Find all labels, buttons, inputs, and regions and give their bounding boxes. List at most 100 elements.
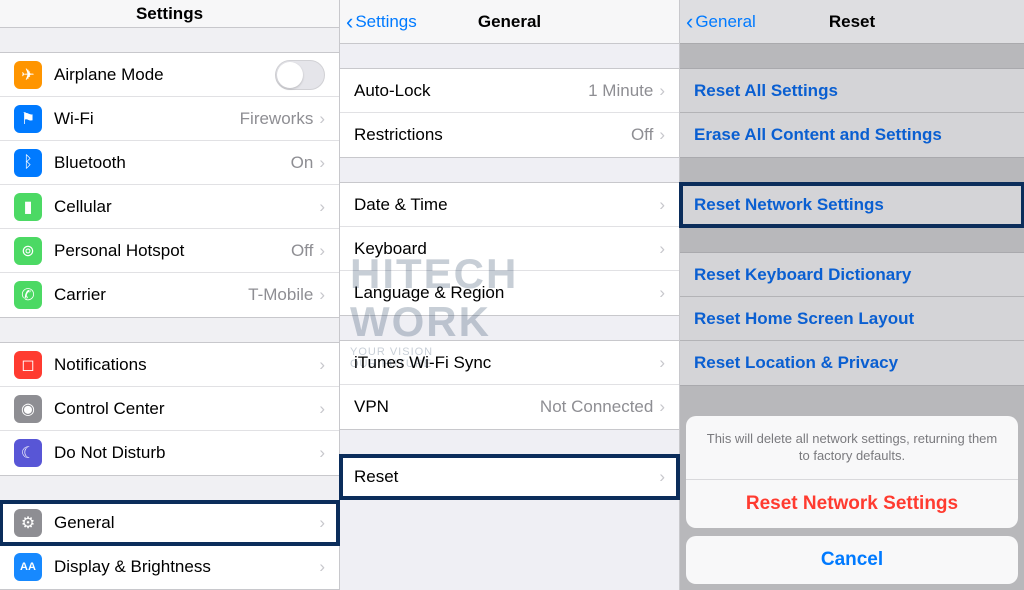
action-sheet-cancel[interactable]: Cancel — [686, 536, 1018, 584]
back-button[interactable]: ‹ General — [686, 11, 756, 33]
chevron-right-icon: › — [319, 399, 325, 419]
settings-group: Auto-Lock1 Minute › RestrictionsOff › — [340, 68, 679, 158]
row-label: Auto-Lock — [354, 81, 588, 101]
settings-group: Reset Network Settings — [680, 182, 1024, 228]
settings-row[interactable]: Reset Network Settings — [680, 183, 1024, 227]
settings-group: Reset Keyboard Dictionary Reset Home Scre… — [680, 252, 1024, 386]
back-label: General — [695, 12, 755, 32]
back-label: Settings — [355, 12, 416, 32]
row-value: 1 Minute — [588, 81, 653, 101]
settings-row[interactable]: RestrictionsOff › — [340, 113, 679, 157]
action-sheet-destructive[interactable]: Reset Network Settings — [686, 480, 1018, 528]
settings-row[interactable]: Keyboard› — [340, 227, 679, 271]
settings-row[interactable]: iTunes Wi-Fi Sync› — [340, 341, 679, 385]
settings-row[interactable]: Date & Time› — [340, 183, 679, 227]
chevron-right-icon: › — [319, 197, 325, 217]
row-label: Reset — [354, 467, 659, 487]
settings-row[interactable]: ᛒBluetoothOn› — [0, 141, 339, 185]
settings-row[interactable]: ⚑Wi-FiFireworks› — [0, 97, 339, 141]
reset-panel: ‹ General Reset Reset All Settings Erase … — [680, 0, 1024, 590]
settings-row[interactable]: ☾Do Not Disturb› — [0, 431, 339, 475]
chevron-right-icon: › — [659, 239, 665, 259]
row-label: Notifications — [54, 355, 319, 375]
row-value: On — [291, 153, 314, 173]
settings-row[interactable]: ✆ CarrierT-Mobile › — [0, 273, 339, 317]
chevron-left-icon: ‹ — [686, 11, 693, 33]
settings-group: iTunes Wi-Fi Sync›VPNNot Connected› — [340, 340, 679, 430]
row-label: Erase All Content and Settings — [694, 125, 1010, 145]
row-label: Airplane Mode — [54, 65, 275, 85]
chevron-right-icon: › — [319, 557, 325, 577]
chevron-right-icon: › — [659, 283, 665, 303]
chevron-right-icon: › — [659, 397, 665, 417]
settings-row[interactable]: Erase All Content and Settings — [680, 113, 1024, 157]
toggle-switch[interactable] — [275, 60, 325, 90]
nav-header: ‹ General Reset — [680, 0, 1024, 44]
chevron-right-icon: › — [659, 353, 665, 373]
general-panel: ‹ Settings General Auto-Lock1 Minute›Res… — [340, 0, 680, 590]
back-button[interactable]: ‹ Settings — [346, 11, 417, 33]
chevron-right-icon: › — [319, 153, 325, 173]
row-label: Wi-Fi — [54, 109, 240, 129]
action-sheet-message: This will delete all network settings, r… — [686, 416, 1018, 480]
row-label: iTunes Wi-Fi Sync — [354, 353, 659, 373]
notifications-icon: ◻ — [14, 351, 42, 379]
chevron-right-icon: › — [319, 241, 325, 261]
row-label: Reset Home Screen Layout — [694, 309, 1010, 329]
settings-row[interactable]: Auto-Lock1 Minute › — [340, 69, 679, 113]
settings-row[interactable]: ▮Cellular› — [0, 185, 339, 229]
row-label: Reset Location & Privacy — [694, 353, 1010, 373]
settings-group: ◻ Notifications ›◉Control Center›☾Do Not D… — [0, 342, 339, 476]
settings-group: ✈Airplane Mode⚑Wi-FiFireworks›ᛒBluetooth… — [0, 52, 339, 318]
settings-row[interactable]: ⚙General› — [0, 501, 339, 545]
row-label: Do Not Disturb — [54, 443, 319, 463]
row-value: Off — [631, 125, 653, 145]
page-title: Settings — [136, 4, 203, 24]
settings-row[interactable]: ✈ Airplane Mode — [0, 53, 339, 97]
chevron-right-icon: › — [319, 285, 325, 305]
row-value: Off — [291, 241, 313, 261]
settings-row[interactable]: Reset All Settings — [680, 69, 1024, 113]
settings-group: Reset All Settings Erase All Content and … — [680, 68, 1024, 158]
settings-row[interactable]: Reset Home Screen Layout — [680, 297, 1024, 341]
settings-row[interactable]: Language & Region› — [340, 271, 679, 315]
settings-row[interactable]: VPNNot Connected› — [340, 385, 679, 429]
controlcenter-icon: ◉ — [14, 395, 42, 423]
chevron-right-icon: › — [659, 195, 665, 215]
nav-header: ‹ Settings General — [340, 0, 679, 44]
settings-row[interactable]: ⊚Personal HotspotOff› — [0, 229, 339, 273]
settings-row[interactable]: AADisplay & Brightness› — [0, 545, 339, 589]
row-label: General — [54, 513, 319, 533]
settings-root-panel: Settings ✈Airplane Mode⚑Wi-FiFireworks›ᛒ… — [0, 0, 340, 590]
action-sheet: This will delete all network settings, r… — [686, 416, 1018, 584]
carrier-icon: ✆ — [14, 281, 42, 309]
row-label: Date & Time — [354, 195, 659, 215]
settings-row[interactable]: Reset› — [340, 455, 679, 499]
row-label: VPN — [354, 397, 540, 417]
row-label: Reset Keyboard Dictionary — [694, 265, 1010, 285]
row-value: T-Mobile — [248, 285, 313, 305]
row-label: Language & Region — [354, 283, 659, 303]
action-sheet-block: This will delete all network settings, r… — [686, 416, 1018, 528]
wifi-icon: ⚑ — [14, 105, 42, 133]
page-title: General — [478, 12, 541, 32]
settings-row[interactable]: Reset Location & Privacy — [680, 341, 1024, 385]
row-label: Carrier — [54, 285, 248, 305]
settings-group: Date & Time›Keyboard›Language & Region› — [340, 182, 679, 316]
cellular-icon: ▮ — [14, 193, 42, 221]
row-label: Personal Hotspot — [54, 241, 291, 261]
row-value: Fireworks — [240, 109, 314, 129]
settings-row[interactable]: Reset Keyboard Dictionary — [680, 253, 1024, 297]
general-icon: ⚙ — [14, 509, 42, 537]
chevron-right-icon: › — [659, 81, 665, 101]
row-label: Restrictions — [354, 125, 631, 145]
row-label: Bluetooth — [54, 153, 291, 173]
chevron-right-icon: › — [659, 125, 665, 145]
airplane-icon: ✈ — [14, 61, 42, 89]
nav-header: Settings — [0, 0, 339, 28]
row-label: Reset All Settings — [694, 81, 1010, 101]
page-title: Reset — [829, 12, 875, 32]
settings-row[interactable]: ◉Control Center› — [0, 387, 339, 431]
settings-row[interactable]: ◻Notifications› — [0, 343, 339, 387]
chevron-left-icon: ‹ — [346, 11, 353, 33]
